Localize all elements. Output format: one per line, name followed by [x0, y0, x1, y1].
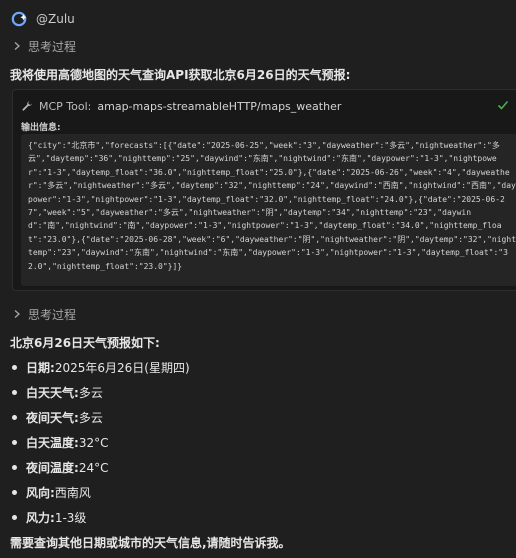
bullet — [12, 365, 17, 370]
bullet — [12, 515, 17, 520]
item-value: 西南风 — [54, 486, 91, 500]
forecast-title: 北京6月26日天气预报如下: — [10, 336, 160, 350]
tool-title: MCP Tool: — [39, 99, 92, 113]
item-label: 风向 — [26, 486, 51, 500]
bullet — [12, 415, 17, 420]
tool-name: amap-maps-streamableHTTP/maps_weather — [97, 99, 342, 113]
bullet — [12, 490, 17, 495]
user-name: @Zulu — [36, 12, 75, 26]
output-label: 输出信息: — [21, 123, 61, 133]
item-label: 夜间温度 — [26, 461, 75, 475]
mcp-tool-block: MCP Tool: amap-maps-streamableHTTP/maps_… — [12, 89, 516, 291]
thinking-label: 思考过程 — [28, 307, 77, 322]
list-item: 日期: 2025年6月26日(星期四) — [10, 355, 190, 380]
check-icon — [497, 100, 509, 110]
chat-header: @Zulu — [10, 9, 75, 29]
assistant-footer: 需要查询其他日期或城市的天气信息,请随时告诉我。 — [10, 536, 291, 550]
list-item: 夜间天气: 多云 — [10, 405, 190, 430]
forecast-list: 日期: 2025年6月26日(星期四) 白天天气: 多云 夜间天气: 多云 白天… — [10, 355, 190, 530]
chevron-right-icon — [14, 42, 20, 50]
thinking-toggle-2[interactable]: 思考过程 — [12, 306, 76, 322]
item-label: 夜间天气 — [26, 411, 75, 425]
thinking-label: 思考过程 — [28, 39, 77, 54]
list-item: 夜间温度: 24°C — [10, 455, 190, 480]
chevron-right-icon — [14, 310, 20, 318]
assistant-intro: 我将使用高德地图的天气查询API获取北京6月26日的天气预报: — [10, 68, 351, 82]
bullet — [12, 440, 17, 445]
item-label: 白天天气 — [26, 386, 75, 400]
wrench-icon — [22, 101, 32, 111]
output-code-box: {"city":"北京市","forecasts":[{"date":"2025… — [21, 134, 516, 286]
item-label: 白天温度 — [26, 436, 75, 450]
tool-header[interactable]: MCP Tool: amap-maps-streamableHTTP/maps_… — [21, 98, 341, 114]
bullet — [12, 390, 17, 395]
thinking-toggle[interactable]: 思考过程 — [12, 38, 76, 54]
output-text: {"city":"北京市","forecasts":[{"date":"2025… — [28, 141, 516, 271]
item-value: 1-3级 — [54, 511, 87, 525]
bullet — [12, 465, 17, 470]
list-item: 白天温度: 32°C — [10, 430, 190, 455]
item-value: 24°C — [78, 460, 109, 475]
item-value: 2025年6月26日(星期四) — [54, 361, 190, 375]
item-value: 32°C — [78, 435, 109, 450]
copilot-avatar-icon — [11, 11, 27, 27]
list-item: 风力: 1-3级 — [10, 505, 190, 530]
list-item: 风向: 西南风 — [10, 480, 190, 505]
list-item: 白天天气: 多云 — [10, 380, 190, 405]
item-value: 多云 — [78, 386, 103, 400]
item-label: 风力 — [26, 511, 51, 525]
item-value: 多云 — [78, 411, 103, 425]
item-label: 日期 — [26, 361, 51, 375]
